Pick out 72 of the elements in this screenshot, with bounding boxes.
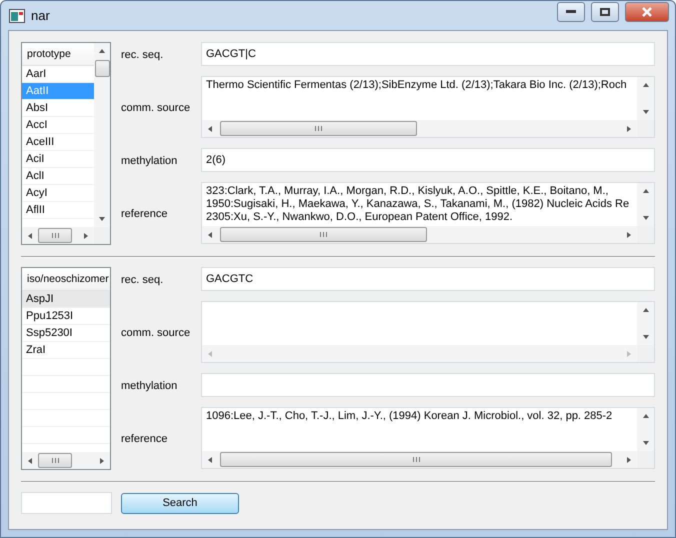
text-field[interactable]: 2(6) [201, 148, 655, 172]
grip-icon [412, 457, 420, 462]
arrow-icon[interactable] [642, 109, 648, 115]
close-icon [641, 6, 653, 16]
field-label: reference [121, 208, 168, 220]
field-label: rec. seq. [121, 274, 164, 286]
arrow-icon[interactable] [642, 82, 648, 88]
grip-icon [52, 458, 58, 463]
scrollbar-thumb[interactable] [220, 452, 612, 467]
text-field[interactable] [201, 373, 655, 397]
arrow-icon[interactable] [99, 458, 105, 464]
arrow-icon[interactable] [27, 458, 33, 464]
arrow-icon[interactable] [83, 232, 89, 238]
arrow-icon[interactable] [642, 413, 648, 419]
window-title: nar [31, 8, 51, 23]
scrollbar-thumb[interactable] [38, 453, 72, 468]
scrollbar-thumb[interactable] [220, 227, 427, 242]
arrow-icon[interactable] [642, 215, 648, 221]
field-label: methylation [121, 155, 178, 167]
scrollbar-thumb[interactable] [95, 60, 110, 77]
horizontal-scrollbar[interactable] [22, 227, 94, 244]
vertical-scrollbar[interactable] [94, 43, 110, 227]
minimize-icon [566, 10, 576, 14]
scrollbar-corner [637, 345, 654, 362]
vertical-scrollbar[interactable] [637, 183, 654, 226]
arrow-icon[interactable] [207, 456, 213, 462]
arrow-icon[interactable] [626, 126, 632, 132]
scrollbar-corner [94, 227, 110, 244]
arrow-icon[interactable] [642, 307, 648, 313]
text-area[interactable]: Thermo Scientific Fermentas (2/13);SibEnzyme Ltd. (2/13);Takara Bio Inc. (2/13);Roch [201, 76, 655, 138]
text-field[interactable]: GACGTC [201, 267, 655, 291]
scrollbar-corner [637, 451, 654, 468]
grip-icon [315, 126, 322, 131]
search-field[interactable] [21, 492, 112, 514]
horizontal-scrollbar[interactable] [202, 451, 637, 468]
search-button[interactable]: Search [121, 492, 239, 514]
text-area[interactable]: 1096:Lee, J.-T., Cho, T.-J., Lim, J.-Y., (1994) Korean J. Microbiol., vol. 32, pp. 285-2 [201, 407, 655, 469]
arrow-icon[interactable] [626, 456, 632, 462]
text-field[interactable]: GACGT|C [201, 42, 655, 66]
field-label: comm. source [121, 327, 192, 339]
grip-icon [52, 233, 58, 238]
vertical-scrollbar[interactable] [637, 302, 654, 345]
maximize-button[interactable] [591, 2, 619, 22]
list-item[interactable]: AspJI [22, 291, 110, 308]
horizontal-scrollbar[interactable] [202, 226, 637, 243]
vertical-scrollbar[interactable] [637, 408, 654, 451]
app-icon [9, 8, 25, 22]
arrow-icon[interactable] [207, 126, 213, 132]
arrow-icon[interactable] [27, 232, 33, 238]
minimize-button[interactable] [557, 2, 585, 22]
scrollbar-corner [637, 120, 654, 137]
grip-icon [320, 232, 327, 237]
scrollbar-thumb[interactable] [220, 121, 417, 136]
scrollbar-corner [637, 226, 654, 243]
arrow-icon[interactable] [207, 232, 213, 238]
vertical-scrollbar[interactable] [637, 77, 654, 120]
arrow-icon[interactable] [626, 232, 632, 238]
field-label: reference [121, 433, 168, 445]
text-area[interactable]: 323:Clark, T.A., Murray, I.A., Morgan, R.D., Kislyuk, A.O., Spittle, K.E., Boitano, M., 1950:Sugisaki, H., Maekawa, Y., Kanazawa, S., Takanami, M., (1982) Nucleic Acids Re 2305:Xu, S.-Y., Nwankwo, D.O., European Patent Office, 1992. [201, 182, 655, 244]
field-label: rec. seq. [121, 49, 164, 61]
scrollbar-thumb[interactable] [38, 228, 72, 243]
arrow-icon[interactable] [642, 188, 648, 194]
field-label: methylation [121, 380, 178, 392]
field-label: comm. source [121, 102, 192, 114]
arrow-icon[interactable] [99, 48, 105, 54]
arrow-icon[interactable] [642, 440, 648, 446]
arrow-icon[interactable] [99, 216, 105, 222]
horizontal-scrollbar[interactable] [22, 452, 110, 469]
maximize-icon [600, 8, 610, 16]
arrow-icon[interactable] [642, 334, 648, 340]
close-button[interactable] [625, 2, 669, 22]
horizontal-scrollbar[interactable] [202, 120, 637, 137]
